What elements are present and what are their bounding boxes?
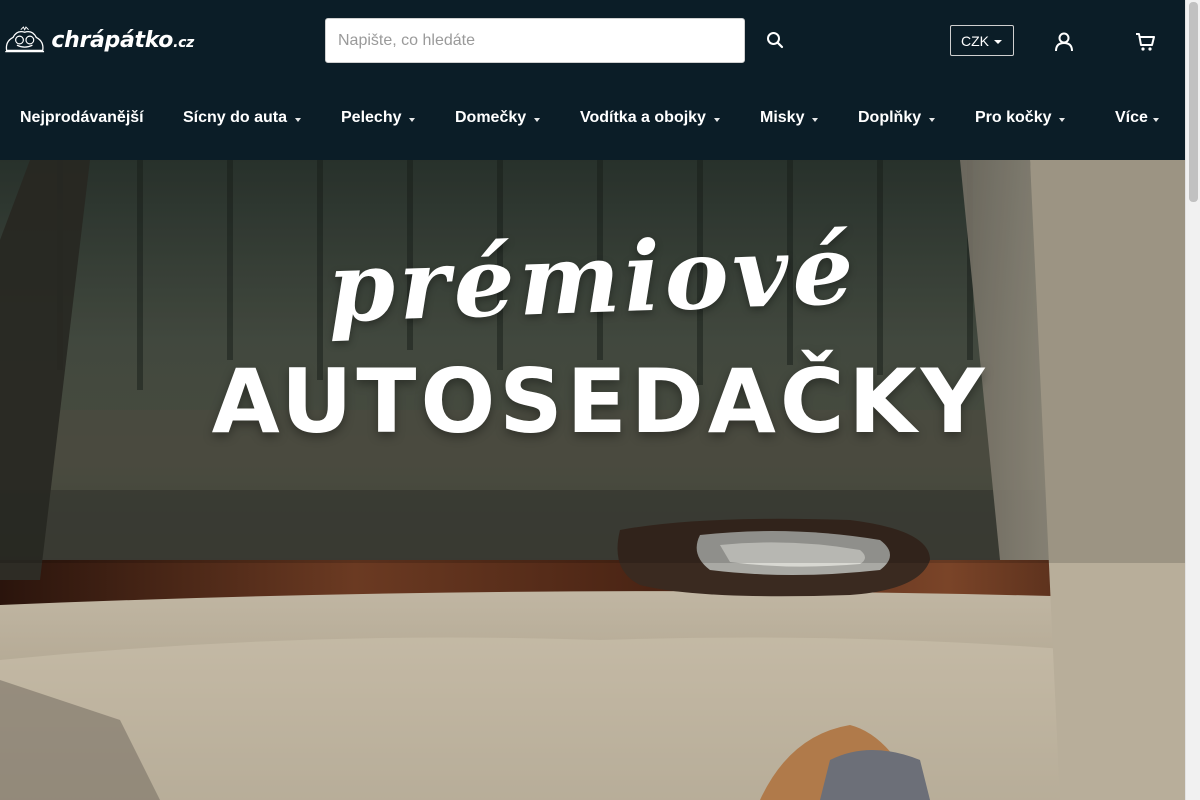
site-logo[interactable]: chrápátko.cz — [4, 17, 194, 63]
currency-select[interactable]: CZK — [950, 25, 1014, 56]
nav-item-cats[interactable]: Pro kočky — [975, 109, 1066, 127]
nav-item-label: Nejprodávanější — [20, 109, 144, 126]
scrollbar[interactable] — [1185, 0, 1200, 800]
cart-button[interactable] — [1135, 31, 1155, 53]
nav-item-label: Pelechy — [341, 109, 402, 126]
caret-down-icon — [1152, 118, 1159, 122]
nav-item-label: Pro kočky — [975, 109, 1052, 126]
currency-label: CZK — [961, 32, 989, 49]
search-button[interactable] — [764, 28, 786, 52]
caret-down-icon — [409, 118, 416, 122]
nav-item-label: Doplňky — [858, 109, 922, 126]
logo-text: chrápátko.cz — [51, 28, 194, 53]
caret-down-icon — [1059, 118, 1066, 122]
nav-item-leashes[interactable]: Vodítka a obojky — [580, 109, 720, 127]
caret-down-icon — [295, 118, 302, 122]
nav-item-car-seats[interactable]: Sícny do auta — [183, 109, 302, 127]
caret-down-icon — [929, 118, 936, 122]
sleeping-dogs-logo — [5, 26, 45, 53]
site-header: chrápátko.cz CZK Nejprodávanější Sícny d… — [0, 0, 1185, 160]
scrollbar-thumb[interactable] — [1189, 2, 1198, 202]
caret-down-icon — [534, 118, 541, 122]
caret-down-icon — [713, 118, 720, 122]
nav-item-label: Domečky — [455, 109, 527, 126]
search-input[interactable] — [326, 19, 744, 62]
nav-item-more[interactable]: Více — [1115, 109, 1159, 127]
nav-item-label: Vodítka a obojky — [580, 109, 706, 126]
brand-name: chrápátko — [51, 27, 174, 53]
nav-item-bestsellers[interactable]: Nejprodávanější — [20, 109, 144, 127]
hero-banner[interactable]: prémiové AUTOSEDAČKY — [0, 160, 1185, 800]
nav-item-accessories[interactable]: Doplňky — [858, 109, 936, 127]
nav-item-label: Sícny do auta — [183, 109, 288, 126]
brand-tld: .cz — [173, 34, 194, 51]
nav-item-bowls[interactable]: Misky — [760, 109, 819, 127]
nav-item-houses[interactable]: Domečky — [455, 109, 541, 127]
caret-down-icon — [812, 118, 819, 122]
search-box — [325, 18, 745, 63]
hero-title: AUTOSEDAČKY — [211, 350, 989, 453]
main-nav: Nejprodávanější Sícny do auta Pelechy Do… — [0, 100, 1185, 140]
cart-icon — [1136, 33, 1155, 51]
nav-item-beds[interactable]: Pelechy — [341, 109, 416, 127]
user-icon — [1055, 32, 1073, 52]
chevron-down-icon — [994, 39, 1002, 44]
search-icon — [767, 32, 784, 49]
login-button[interactable] — [1054, 31, 1074, 53]
nav-item-label: Více — [1115, 109, 1148, 126]
nav-item-label: Misky — [760, 109, 805, 126]
